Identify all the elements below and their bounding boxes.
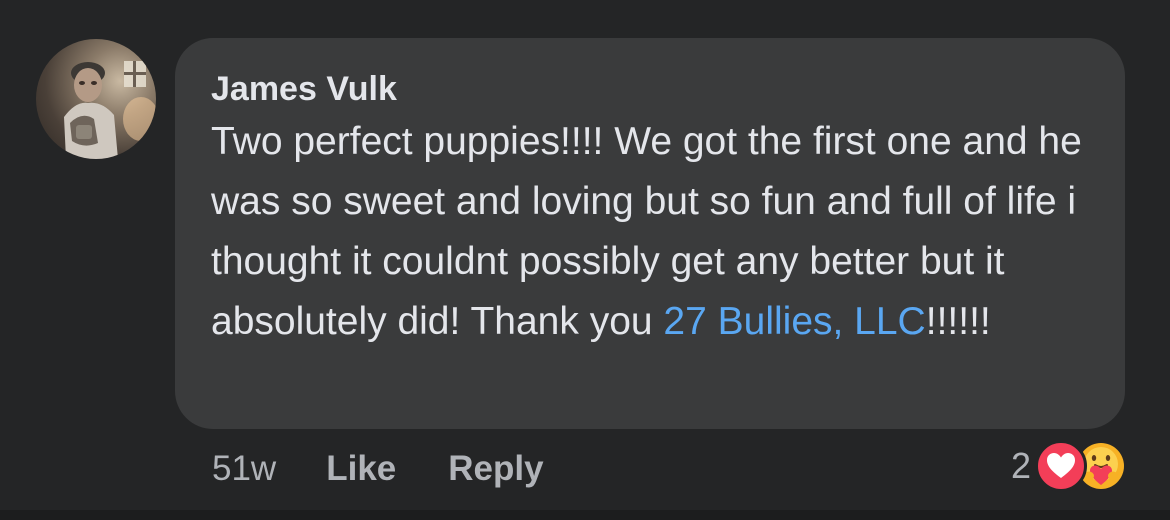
comment-actions: 51w Like Reply (212, 446, 596, 492)
reply-button[interactable]: Reply (448, 449, 543, 489)
comment-view: James Vulk Two perfect puppies!!!! We go… (0, 0, 1170, 520)
avatar-photo (64, 61, 156, 159)
heart-reaction-icon (1035, 440, 1088, 492)
reaction-summary[interactable]: 2 (1011, 438, 1128, 494)
comment-author[interactable]: James Vulk (211, 68, 1089, 110)
comment-text-end: !!!!!! (925, 300, 991, 343)
avatar[interactable] (36, 39, 156, 159)
comment-text: Two perfect puppies!!!! We got the first… (211, 112, 1101, 352)
mention-link[interactable]: 27 Bullies, LLC (663, 300, 925, 343)
comment-bubble: James Vulk Two perfect puppies!!!! We go… (175, 38, 1125, 429)
divider (0, 510, 1170, 520)
reaction-count: 2 (1011, 445, 1032, 486)
like-button[interactable]: Like (326, 449, 396, 489)
comment-timestamp[interactable]: 51w (212, 449, 276, 489)
